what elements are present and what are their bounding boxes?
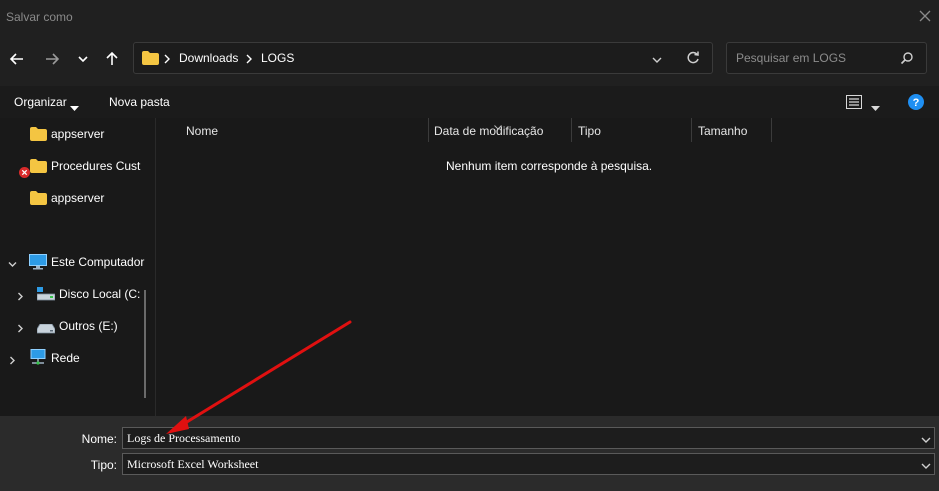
annotation-arrow-icon — [166, 320, 352, 434]
